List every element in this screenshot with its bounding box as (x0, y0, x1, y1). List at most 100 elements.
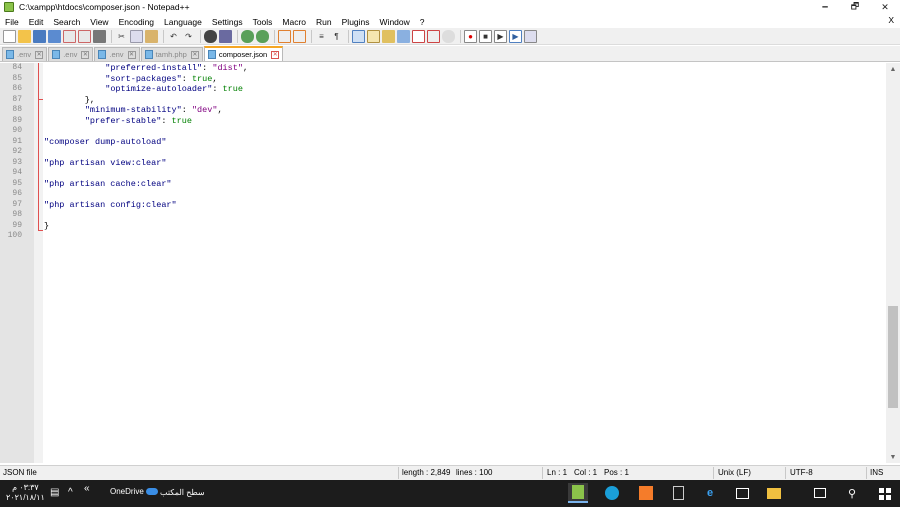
code-line[interactable]: 97 "php artisan config:clear" (0, 200, 886, 211)
onedrive-cloud-icon[interactable] (146, 488, 158, 495)
run-macro-icon[interactable]: ▶ (509, 29, 522, 43)
zoom-out-icon[interactable] (256, 29, 269, 43)
play-macro-icon[interactable]: ▶ (494, 29, 507, 43)
replace-icon[interactable] (219, 29, 232, 43)
close-document-button[interactable]: X (888, 15, 894, 25)
stop-macro-icon[interactable]: ■ (479, 29, 492, 43)
eye-icon[interactable] (442, 29, 455, 43)
xampp-taskbar-icon[interactable] (636, 483, 656, 503)
paste-icon[interactable] (145, 29, 158, 43)
status-eol[interactable]: Unix (LF) (718, 468, 751, 477)
menu-tools[interactable]: Tools (248, 17, 278, 27)
menu-settings[interactable]: Settings (207, 17, 248, 27)
vertical-scrollbar[interactable]: ▲ ▼ (886, 63, 900, 463)
code-line[interactable]: 86 "optimize-autoloader": true (0, 84, 886, 95)
save-icon[interactable] (33, 29, 46, 43)
open-icon[interactable] (18, 29, 31, 43)
tab-composer-json[interactable]: composer.json ✕ (203, 46, 284, 61)
status-encoding[interactable]: UTF-8 (790, 468, 813, 477)
redo-icon[interactable]: ↷ (182, 30, 195, 43)
monitor-icon[interactable] (427, 29, 440, 43)
minimize-button[interactable]: 🗕 (810, 0, 840, 14)
code-line[interactable]: 91 "composer dump-autoload" (0, 137, 886, 148)
notepadpp-taskbar-icon[interactable] (568, 483, 588, 503)
indent-guide-icon[interactable] (352, 29, 365, 43)
menu-window[interactable]: Window (375, 17, 415, 27)
file-browser-icon[interactable] (412, 29, 425, 43)
record-macro-icon[interactable]: ● (464, 29, 477, 43)
code-line[interactable]: 84 "preferred-install": "dist", (0, 63, 886, 74)
scroll-down-icon[interactable]: ▼ (886, 451, 900, 463)
menu-run[interactable]: Run (311, 17, 337, 27)
tray-clock[interactable]: ٠٣:٣٧ م ٢٠٢١/١٨/١١ (6, 483, 45, 503)
menu-encoding[interactable]: Encoding (114, 17, 159, 27)
tab-env-2[interactable]: .env ✕ (48, 47, 94, 61)
edge-taskbar-icon[interactable] (602, 483, 622, 503)
close-window-button[interactable]: ✕ (870, 0, 900, 14)
close-all-icon[interactable] (78, 29, 91, 43)
menu-search[interactable]: Search (48, 17, 85, 27)
calculator-taskbar-icon[interactable] (668, 483, 688, 503)
editor-area[interactable]: 84 "preferred-install": "dist", 85 "sort-… (0, 63, 886, 463)
search-icon[interactable]: ⚲ (842, 483, 862, 503)
tab-close-icon[interactable]: ✕ (81, 50, 90, 59)
tab-tamh-php[interactable]: tamh.php ✕ (140, 47, 203, 61)
menu-macro[interactable]: Macro (277, 17, 311, 27)
cut-icon[interactable]: ✂ (115, 30, 128, 43)
store-taskbar-icon[interactable] (732, 483, 752, 503)
code-line[interactable]: 87 }, (0, 95, 886, 106)
code-line[interactable]: 85 "sort-packages": true, (0, 74, 886, 85)
close-icon[interactable] (63, 29, 76, 43)
find-icon[interactable] (204, 29, 217, 43)
onedrive-label[interactable]: OneDrive (110, 487, 144, 496)
doc-map-icon[interactable] (367, 29, 380, 43)
code-line[interactable]: 99} (0, 221, 886, 232)
code-line[interactable]: 100 (0, 231, 886, 242)
tab-env-1[interactable]: .env ✕ (2, 47, 48, 61)
scrollbar-thumb[interactable] (888, 306, 898, 408)
code-line[interactable]: 94 (0, 168, 886, 179)
task-view-icon[interactable] (810, 483, 830, 503)
code-text[interactable]: 84 "preferred-install": "dist", 85 "sort-… (0, 63, 886, 242)
tab-env-3[interactable]: .env ✕ (94, 47, 140, 61)
code-line[interactable]: 89 "prefer-stable": true (0, 116, 886, 127)
code-line[interactable]: 92 (0, 147, 886, 158)
tab-close-icon[interactable]: ✕ (271, 50, 280, 59)
word-wrap-icon[interactable]: ≡ (315, 30, 328, 43)
chevron-up-icon[interactable]: ^ (68, 487, 73, 498)
code-line[interactable]: 95 "php artisan cache:clear" (0, 179, 886, 190)
code-line[interactable]: 90 (0, 126, 886, 137)
copy-icon[interactable] (130, 29, 143, 43)
maximize-button[interactable]: 🗗 (840, 0, 870, 14)
menu-language[interactable]: Language (159, 17, 207, 27)
undo-icon[interactable]: ↶ (167, 30, 180, 43)
chevron-double-icon[interactable]: « (84, 483, 90, 494)
tab-close-icon[interactable]: ✕ (190, 50, 199, 59)
folder-workspace-icon[interactable] (397, 29, 410, 43)
menu-plugins[interactable]: Plugins (337, 17, 375, 27)
ie-taskbar-icon[interactable]: e (700, 483, 720, 503)
save-macro-icon[interactable] (524, 29, 537, 43)
function-list-icon[interactable] (382, 29, 395, 43)
show-all-chars-icon[interactable]: ¶ (330, 30, 343, 43)
sync-v-icon[interactable] (278, 29, 291, 43)
menu-edit[interactable]: Edit (24, 17, 49, 27)
code-line[interactable]: 93 "php artisan view:clear" (0, 158, 886, 169)
menu-view[interactable]: View (85, 17, 113, 27)
file-explorer-taskbar-icon[interactable] (764, 483, 784, 503)
tab-close-icon[interactable]: ✕ (127, 50, 136, 59)
desktop-toolbar-label[interactable]: سطح المكتب (160, 488, 205, 497)
scroll-up-icon[interactable]: ▲ (886, 63, 900, 75)
print-icon[interactable] (93, 29, 106, 43)
code-line[interactable]: 96 (0, 189, 886, 200)
code-line[interactable]: 88 "minimum-stability": "dev", (0, 105, 886, 116)
start-windows-icon[interactable] (879, 488, 891, 500)
save-all-icon[interactable] (48, 29, 61, 43)
menu-help[interactable]: ? (415, 17, 430, 27)
menu-file[interactable]: File (0, 17, 24, 27)
new-icon[interactable] (3, 29, 16, 43)
sync-h-icon[interactable] (293, 29, 306, 43)
notification-icon[interactable]: ▤ (50, 487, 59, 498)
zoom-in-icon[interactable] (241, 29, 254, 43)
code-line[interactable]: 98 (0, 210, 886, 221)
